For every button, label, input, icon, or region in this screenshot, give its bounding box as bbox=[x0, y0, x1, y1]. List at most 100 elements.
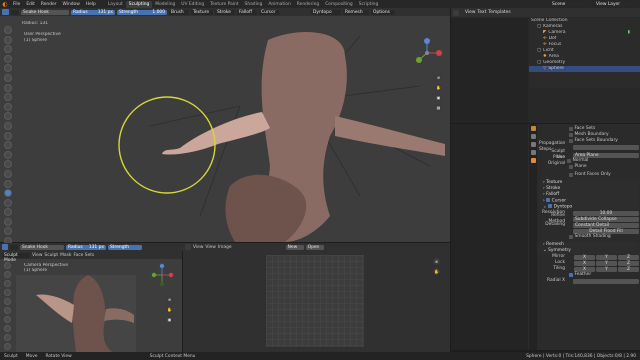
camera-view-icon[interactable]: ▣ bbox=[166, 316, 173, 323]
image-canvas-grid[interactable] bbox=[266, 255, 364, 347]
tab-modeling[interactable]: Modeling bbox=[152, 1, 178, 8]
remesh-button[interactable]: Remesh bbox=[343, 9, 369, 15]
tab-scripting[interactable]: Scripting bbox=[356, 1, 382, 8]
draw-sharp-tool-icon[interactable] bbox=[4, 271, 11, 278]
tab-shading[interactable]: Shading bbox=[242, 1, 266, 8]
propagation-steps-field[interactable] bbox=[573, 144, 639, 150]
clay-thumb-tool-icon[interactable] bbox=[4, 64, 12, 73]
smooth-tool-icon[interactable] bbox=[4, 112, 12, 121]
lock-z-toggle[interactable]: Z bbox=[618, 260, 639, 266]
render-tab-icon[interactable] bbox=[530, 134, 536, 139]
menu-view[interactable]: View bbox=[32, 253, 42, 258]
face-sets-boundary-checkbox[interactable] bbox=[569, 139, 573, 143]
draw-tool-icon[interactable] bbox=[4, 262, 11, 269]
menu-face-sets[interactable]: Face Sets bbox=[73, 253, 94, 258]
gizmo-z-icon[interactable] bbox=[159, 263, 165, 269]
menu-brush[interactable]: Brush bbox=[169, 9, 189, 15]
clay-thumb-tool-icon[interactable] bbox=[4, 298, 11, 305]
menu-falloff[interactable]: Falloff bbox=[237, 9, 257, 15]
crease-tool-icon[interactable] bbox=[4, 102, 12, 111]
radial-x-field[interactable] bbox=[573, 278, 639, 284]
clay-strips-tool-icon[interactable] bbox=[4, 54, 12, 63]
object-tab-icon[interactable] bbox=[530, 158, 536, 163]
fill-tool-icon[interactable] bbox=[4, 131, 12, 140]
menu-mask[interactable]: Mask bbox=[60, 253, 71, 258]
open-image-button[interactable]: Open bbox=[305, 244, 324, 250]
zoom-icon[interactable]: ⊕ bbox=[435, 74, 442, 81]
refine-method-dropdown[interactable]: Subdivide Collapse bbox=[573, 216, 639, 222]
clay-tool-icon[interactable] bbox=[4, 280, 11, 287]
sculpt-mode-icon[interactable] bbox=[2, 9, 9, 15]
view-layer-selector[interactable]: View Layer bbox=[594, 1, 638, 7]
options-button[interactable]: Options bbox=[371, 9, 395, 15]
blender-logo-icon[interactable]: ◐ bbox=[0, 0, 10, 8]
lock-x-toggle[interactable]: X bbox=[574, 260, 595, 266]
tool-tab-icon[interactable] bbox=[530, 126, 536, 131]
tiling-x-toggle[interactable]: X bbox=[574, 266, 595, 272]
clay-tool-icon[interactable] bbox=[4, 45, 12, 54]
multiplane-scrape-tool-icon[interactable] bbox=[4, 150, 12, 159]
camera-navigation-gizmo[interactable] bbox=[150, 263, 174, 287]
clay-strips-tool-icon[interactable] bbox=[4, 289, 11, 296]
outliner-row-selected[interactable]: ▽ Sphere bbox=[529, 66, 640, 72]
brush-icon[interactable] bbox=[10, 244, 18, 250]
brush-name-field[interactable]: Snake Hook bbox=[20, 244, 64, 250]
snake-hook-tool-icon[interactable] bbox=[4, 189, 12, 198]
gizmo-y-icon[interactable] bbox=[151, 272, 157, 278]
tab-compositing[interactable]: Compositing bbox=[322, 1, 356, 8]
plane-checkbox[interactable] bbox=[569, 165, 573, 169]
gizmo-z-icon[interactable] bbox=[424, 38, 430, 44]
tab-animation[interactable]: Animation bbox=[265, 1, 293, 8]
mirror-z-toggle[interactable]: Z bbox=[618, 254, 639, 260]
image-editor[interactable]: View View Image New Open ⊕ ✋ bbox=[183, 243, 450, 352]
zoom-icon[interactable]: ⊕ bbox=[166, 296, 173, 303]
zoom-icon[interactable]: ⊕ bbox=[433, 258, 440, 265]
menu-render[interactable]: Render bbox=[38, 2, 60, 7]
detailing-dropdown[interactable]: Constant Detail bbox=[573, 222, 639, 228]
brush-icon[interactable] bbox=[11, 9, 19, 15]
image-menu-image[interactable]: Image bbox=[218, 245, 232, 250]
resolution-field[interactable]: 10.00 bbox=[573, 210, 639, 216]
brush-name-field[interactable]: Snake Hook bbox=[21, 9, 69, 15]
mirror-x-toggle[interactable]: X bbox=[574, 254, 595, 260]
nudge-tool-icon[interactable] bbox=[4, 217, 12, 226]
scrape-tool-icon[interactable] bbox=[4, 141, 12, 150]
feather-checkbox[interactable] bbox=[569, 273, 573, 277]
menu-window[interactable]: Window bbox=[60, 2, 83, 7]
cursor-checkbox[interactable] bbox=[546, 198, 550, 202]
gizmo-neg-y-icon[interactable] bbox=[159, 281, 165, 287]
tab-uv-editing[interactable]: UV Editing bbox=[178, 1, 207, 8]
scene-selector[interactable]: Scene bbox=[550, 1, 590, 7]
menu-stroke[interactable]: Stroke bbox=[215, 9, 235, 15]
dyntopo-checkbox[interactable] bbox=[548, 204, 552, 208]
layer-tool-icon[interactable] bbox=[4, 73, 12, 82]
editor-type-icon[interactable] bbox=[185, 244, 191, 250]
draw-sharp-tool-icon[interactable] bbox=[4, 35, 12, 44]
output-tab-icon[interactable] bbox=[530, 142, 536, 147]
tab-sculpting[interactable]: Sculpting bbox=[125, 0, 153, 8]
gizmo-x-icon[interactable] bbox=[436, 50, 442, 56]
tiling-y-toggle[interactable]: Y bbox=[596, 266, 617, 272]
image-menu-view-mode[interactable]: View bbox=[193, 245, 203, 250]
elastic-deform-tool-icon[interactable] bbox=[4, 179, 12, 188]
menu-cursor[interactable]: Cursor bbox=[259, 9, 279, 15]
layer-tool-icon[interactable] bbox=[4, 307, 11, 314]
tab-rendering[interactable]: Rendering bbox=[294, 1, 322, 8]
pose-tool-icon[interactable] bbox=[4, 208, 12, 217]
mesh-boundary-checkbox[interactable] bbox=[569, 133, 573, 137]
thumb-tool-icon[interactable] bbox=[4, 198, 12, 207]
blob-tool-icon[interactable] bbox=[4, 325, 11, 332]
pan-hand-icon[interactable]: ✋ bbox=[166, 306, 173, 313]
inflate-tool-icon[interactable] bbox=[4, 83, 12, 92]
tab-layout[interactable]: Layout bbox=[105, 1, 126, 8]
draw-tool-icon[interactable] bbox=[4, 26, 12, 34]
editor-type-icon[interactable] bbox=[453, 9, 459, 16]
rotate-tool-icon[interactable] bbox=[4, 227, 12, 236]
sculpt-mode-icon[interactable] bbox=[2, 244, 8, 250]
tiling-z-toggle[interactable]: Z bbox=[618, 266, 639, 272]
tab-texture-paint[interactable]: Texture Paint bbox=[207, 1, 241, 8]
outliner-menu-view[interactable]: View bbox=[465, 10, 475, 15]
strength-field[interactable]: Strength bbox=[108, 244, 142, 250]
radius-field[interactable]: Radius 131 px bbox=[71, 9, 115, 15]
navigation-gizmo[interactable] bbox=[410, 36, 444, 70]
